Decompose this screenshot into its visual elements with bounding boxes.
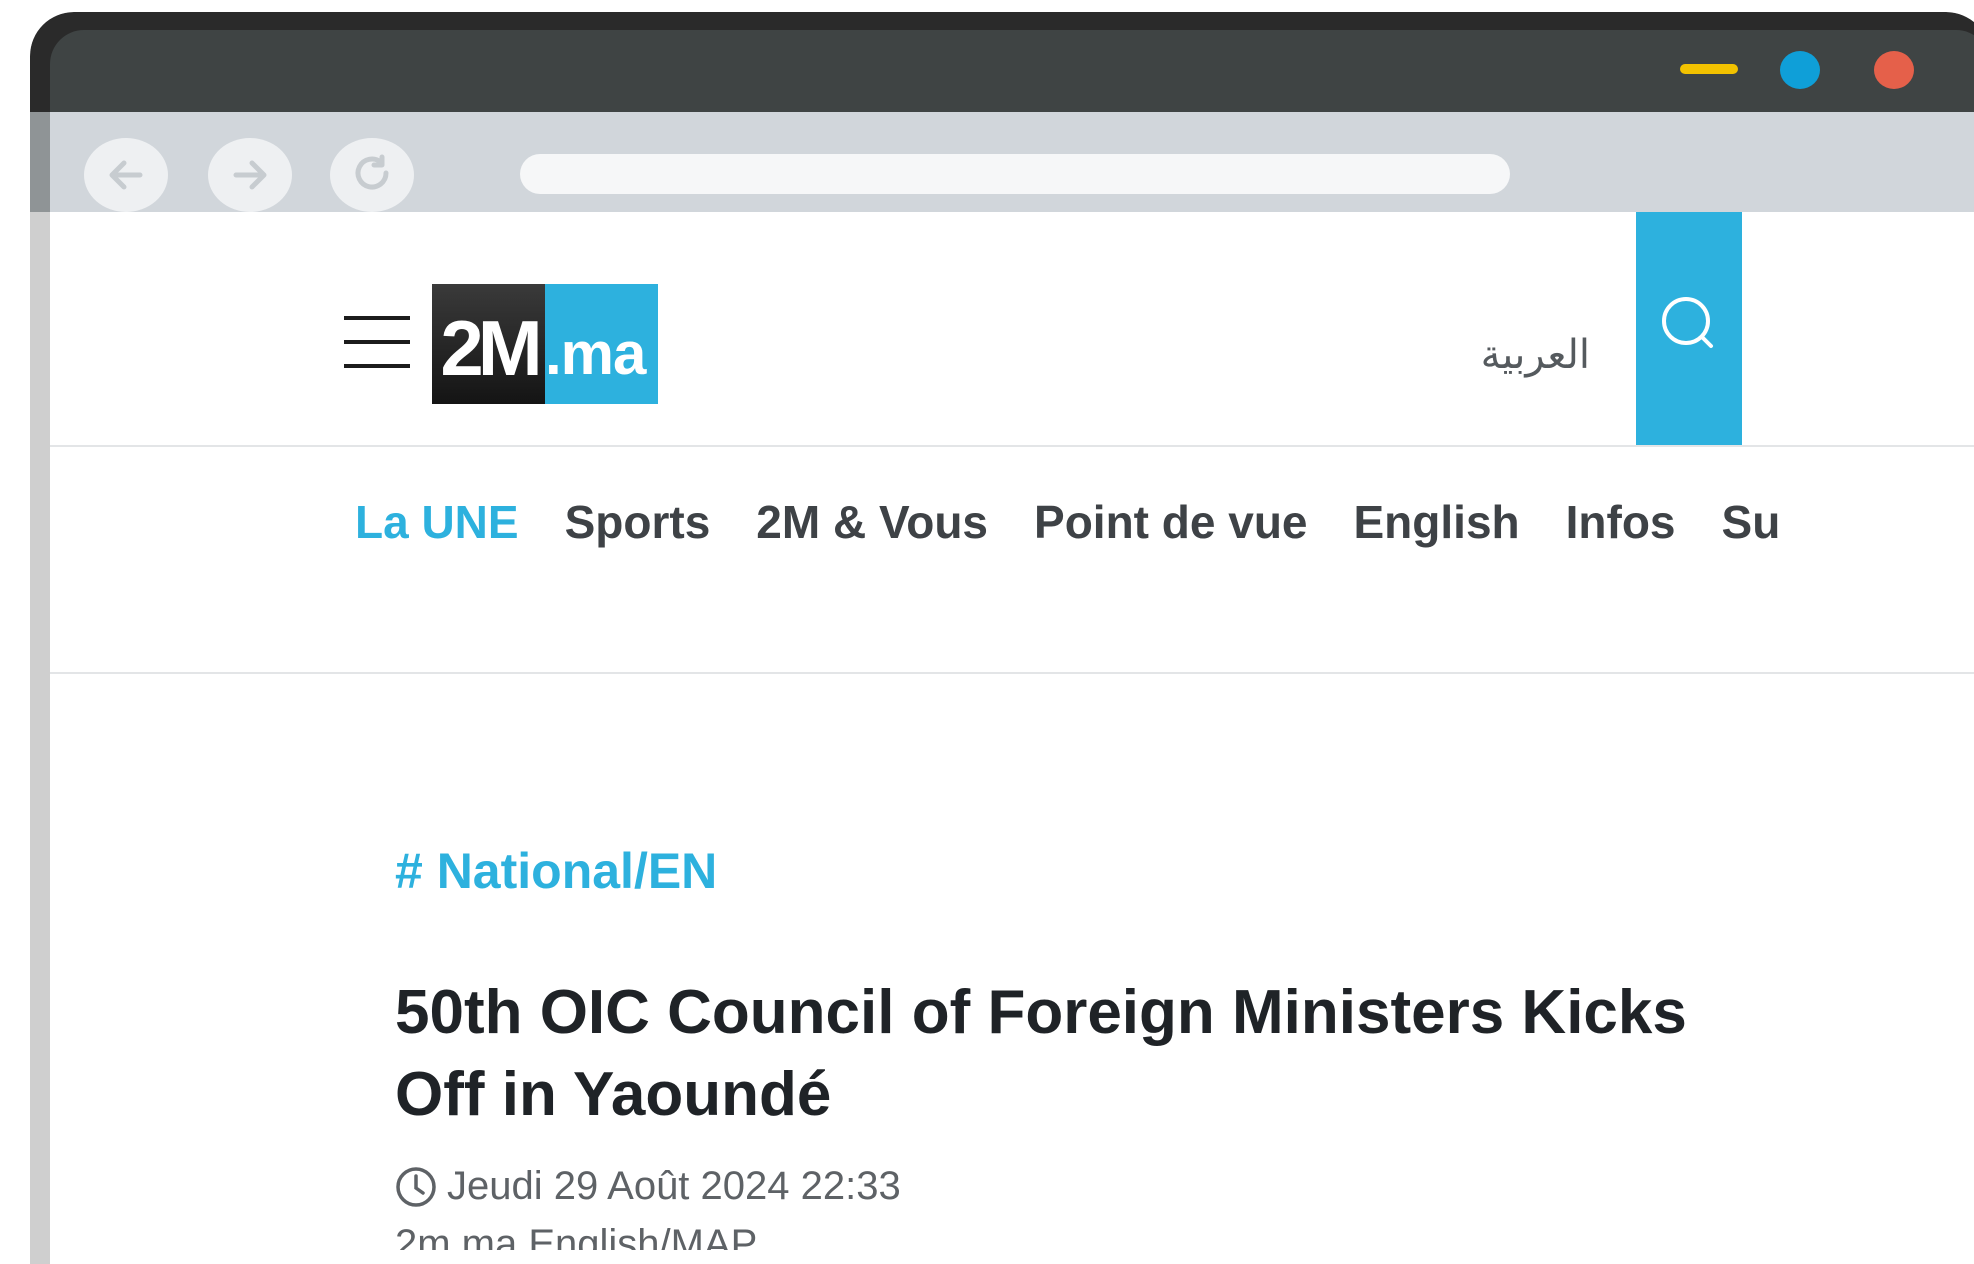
title-bar bbox=[30, 12, 1974, 112]
nav-item-sports[interactable]: Sports bbox=[565, 487, 711, 557]
browser-window: 2M .ma العربية La UNE Sports 2M & Vous Poin… bbox=[30, 12, 1974, 1264]
site-logo[interactable]: 2M .ma bbox=[432, 284, 658, 404]
address-bar[interactable] bbox=[520, 154, 1510, 194]
article-tag[interactable]: # National/EN bbox=[395, 842, 717, 900]
minimize-button[interactable] bbox=[1680, 64, 1738, 74]
arrow-right-icon bbox=[233, 160, 267, 190]
reload-icon bbox=[355, 154, 389, 190]
logo-2m: 2M bbox=[432, 284, 545, 404]
search-icon bbox=[1662, 296, 1713, 348]
article-date: Jeudi 29 Août 2024 22:33 bbox=[395, 1164, 901, 1209]
nav-item-english[interactable]: English bbox=[1354, 487, 1520, 557]
nav-item-su[interactable]: Su bbox=[1722, 487, 1781, 557]
forward-button[interactable] bbox=[208, 138, 292, 212]
nav-list: La UNE Sports 2M & Vous Point de vue English… bbox=[355, 487, 1783, 557]
toolbar-edge bbox=[30, 112, 50, 212]
nav-item-la-une[interactable]: La UNE bbox=[355, 487, 519, 557]
maximize-button[interactable] bbox=[1780, 51, 1820, 89]
main-navigation: La UNE Sports 2M & Vous Point de vue English… bbox=[50, 447, 1974, 674]
nav-item-infos[interactable]: Infos bbox=[1566, 487, 1676, 557]
reload-button[interactable] bbox=[330, 138, 414, 212]
menu-icon[interactable] bbox=[344, 316, 410, 368]
article-source: 2m.ma English/MAP bbox=[395, 1222, 758, 1250]
arrow-left-icon bbox=[109, 160, 143, 190]
search-button[interactable] bbox=[1636, 212, 1742, 445]
logo-ma: .ma bbox=[545, 284, 658, 404]
nav-item-point-de-vue[interactable]: Point de vue bbox=[1034, 487, 1307, 557]
nav-item-2m-vous[interactable]: 2M & Vous bbox=[756, 487, 988, 557]
clock-icon bbox=[396, 1166, 436, 1207]
back-button[interactable] bbox=[84, 138, 168, 212]
article-date-text: Jeudi 29 Août 2024 22:33 bbox=[447, 1164, 901, 1208]
menu-line bbox=[344, 364, 410, 368]
site-header: 2M .ma العربية bbox=[50, 212, 1974, 447]
menu-line bbox=[344, 340, 410, 344]
page-viewport: 2M .ma العربية La UNE Sports 2M & Vous Poin… bbox=[50, 212, 1974, 1264]
browser-toolbar bbox=[30, 112, 1974, 212]
menu-line bbox=[344, 316, 410, 320]
article-title: 50th OIC Council of Foreign Ministers Ki… bbox=[395, 978, 1687, 1129]
close-button[interactable] bbox=[1874, 51, 1914, 89]
arabic-language-link[interactable]: العربية bbox=[1410, 332, 1590, 378]
